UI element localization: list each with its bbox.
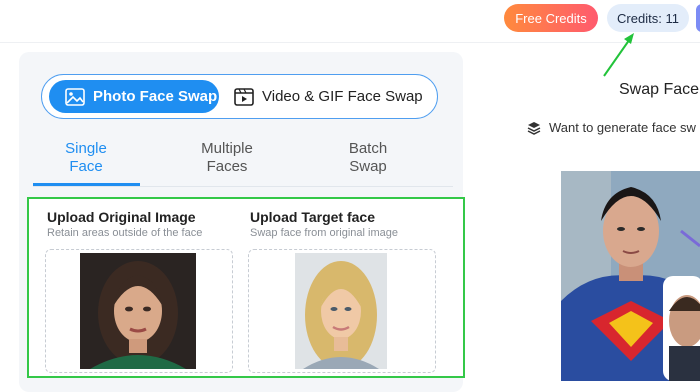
upload-original-dropzone[interactable] — [45, 249, 233, 373]
tab-single-face-line2: Face — [69, 158, 103, 175]
example-result-image — [561, 171, 700, 381]
tab-multiple-faces[interactable]: Multiple Faces — [172, 140, 282, 176]
tab-batch-swap-line1: Batch — [348, 140, 388, 157]
tab-single-face[interactable]: Single Face — [31, 140, 141, 176]
swap-face-heading: Swap Face — [619, 81, 700, 98]
photo-face-swap-button[interactable]: Photo Face Swap — [49, 80, 219, 113]
video-gif-face-swap-label: Video & GIF Face Swap — [262, 88, 423, 105]
annotation-arrow-icon — [603, 33, 634, 77]
superhero-example-image — [561, 171, 700, 381]
tab-multiple-faces-line1: Multiple — [201, 140, 253, 157]
account-button-edge[interactable] — [696, 4, 700, 32]
free-credits-button[interactable]: Free Credits — [504, 4, 598, 32]
image-icon — [65, 87, 85, 106]
generate-note-text: Want to generate face sw — [549, 120, 696, 135]
video-gif-face-swap-button[interactable]: Video & GIF Face Swap — [234, 80, 423, 113]
upload-original-title: Upload Original Image — [47, 209, 196, 225]
upload-section: Upload Original Image Retain areas outsi… — [27, 197, 465, 378]
video-icon — [234, 87, 254, 106]
photo-face-swap-label: Photo Face Swap — [93, 88, 218, 105]
upload-original-subtitle: Retain areas outside of the face — [47, 227, 203, 239]
target-face-image — [295, 253, 387, 369]
original-face-image — [80, 253, 196, 369]
tab-single-face-line1: Single — [65, 140, 107, 157]
generate-note: Want to generate face sw — [527, 120, 696, 135]
tab-multiple-faces-line2: Faces — [206, 158, 248, 175]
tab-divider — [33, 186, 453, 187]
upload-target-subtitle: Swap face from original image — [250, 227, 398, 239]
upload-target-title: Upload Target face — [250, 209, 375, 225]
tab-batch-swap-line2: Swap — [349, 158, 387, 175]
layers-icon — [527, 121, 541, 135]
upload-target-dropzone[interactable] — [248, 249, 436, 373]
credits-button[interactable]: Credits: 11 — [607, 4, 689, 32]
tab-batch-swap[interactable]: Batch Swap — [313, 140, 423, 176]
